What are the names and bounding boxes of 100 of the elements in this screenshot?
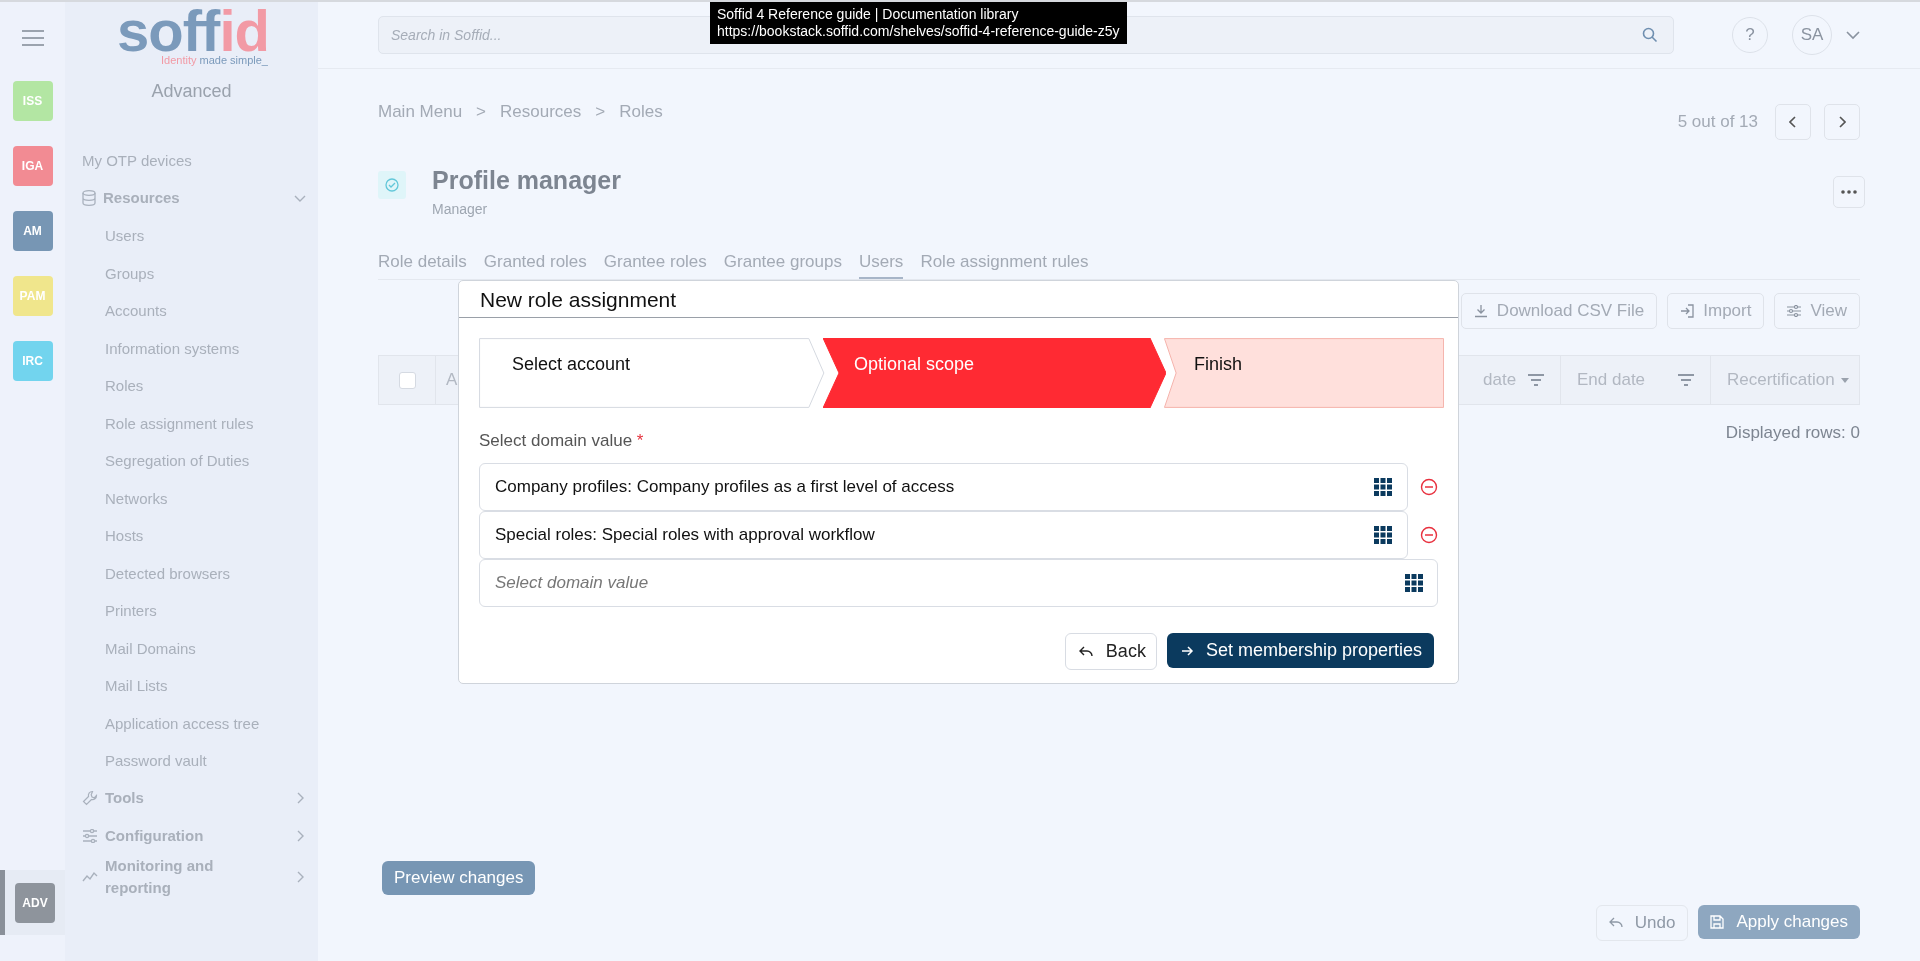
wrench-icon — [82, 790, 98, 807]
database-icon — [82, 190, 96, 207]
checkbox[interactable] — [398, 371, 416, 389]
tab[interactable]: Grantee groups — [723, 252, 842, 279]
domain-value-field[interactable]: Company profiles: Company profiles as a first level of access — [479, 463, 1408, 511]
search-icon[interactable] — [1642, 27, 1658, 43]
sidebar-item[interactable]: Accounts — [82, 292, 318, 330]
breadcrumb-separator: > — [476, 102, 487, 122]
module-badge[interactable]: PAM — [12, 275, 53, 316]
more-icon — [1841, 190, 1857, 194]
page-title: Profile manager — [432, 166, 622, 195]
logo-tagline: Identity made simple_ — [161, 54, 268, 67]
tab[interactable]: Role assignment rules — [920, 252, 1089, 279]
domain-value-field[interactable]: Special roles: Special roles with approval workflow — [479, 511, 1408, 559]
remove-icon[interactable] — [1420, 478, 1438, 496]
column-header[interactable]: date — [1461, 356, 1561, 404]
more-button[interactable] — [1833, 176, 1865, 208]
grid-icon[interactable] — [1405, 574, 1423, 592]
module-tab[interactable]: ADV — [0, 870, 65, 935]
toolbar-button[interactable]: Download CSV File — [1460, 293, 1658, 329]
chevron-left-icon — [1789, 116, 1797, 128]
dialog-title: New role assignment — [459, 281, 1458, 318]
sidebar-item[interactable]: Role assignment rules — [82, 404, 318, 442]
sidebar-section[interactable]: Resources — [82, 179, 318, 217]
sidebar-item[interactable]: Mail Domains — [82, 629, 318, 667]
module-badge[interactable]: ADV — [15, 882, 55, 923]
next-button[interactable]: Set membership properties — [1166, 633, 1434, 668]
remove-icon[interactable] — [1420, 526, 1438, 544]
sidebar-title: Advanced — [150, 81, 233, 102]
module-tab[interactable]: AM — [0, 198, 65, 263]
step-label: Optional scope — [854, 354, 975, 375]
section-label: Configuration — [105, 825, 205, 846]
breadcrumb-link[interactable]: Main Menu — [378, 102, 463, 122]
arrow-right-icon — [1180, 644, 1194, 657]
module-badge[interactable]: AM — [12, 210, 53, 251]
step-label: Select account — [512, 354, 631, 375]
column-header[interactable]: End date — [1561, 356, 1711, 404]
sidebar-item[interactable]: Detected browsers — [82, 554, 318, 592]
tab[interactable]: Grantee roles — [603, 252, 707, 279]
back-button[interactable]: Back — [1064, 633, 1157, 670]
tab[interactable]: Role details — [378, 252, 467, 279]
section-label: Monitoring and reporting — [105, 855, 215, 898]
chevron-down-icon[interactable] — [1846, 30, 1860, 40]
row-count: Displayed rows: 0 — [1725, 423, 1860, 443]
line-chart-icon — [82, 870, 98, 883]
sidebar-item[interactable]: Hosts — [82, 517, 318, 555]
module-badge[interactable]: IRC — [12, 340, 53, 381]
sidebar-item[interactable]: Users — [82, 217, 318, 255]
page-subtitle: Manager — [432, 201, 489, 217]
grid-icon — [1374, 526, 1392, 544]
logo-wordmark: soffid — [117, 8, 269, 54]
step-label: Finish — [1194, 354, 1242, 375]
sidebar-item[interactable]: Segregation of Duties — [82, 442, 318, 480]
filter-icon — [1528, 374, 1544, 386]
breadcrumb-link[interactable]: Resources — [500, 102, 582, 122]
module-tab[interactable]: PAM — [0, 263, 65, 328]
sidebar-item[interactable]: Mail Lists — [82, 667, 318, 705]
sidebar-item[interactable]: Password vault — [82, 742, 318, 780]
sidebar-item[interactable]: Printers — [82, 592, 318, 630]
module-tab[interactable]: IGA — [0, 133, 65, 198]
sidebar-item[interactable]: Roles — [82, 367, 318, 405]
reply-icon — [1078, 645, 1094, 658]
sliders-icon — [1787, 305, 1802, 317]
breadcrumb-separator: > — [595, 102, 606, 122]
filter-icon — [1678, 374, 1694, 386]
sidebar-item[interactable]: Application access tree — [82, 704, 318, 742]
sidebar-item[interactable]: Groups — [82, 254, 318, 292]
grid-icon — [1374, 478, 1392, 496]
sidebar-item[interactable]: Networks — [82, 479, 318, 517]
sidebar-section[interactable]: Configuration — [82, 817, 318, 855]
preview-button[interactable]: Preview changes — [382, 861, 536, 895]
next-button[interactable] — [1824, 104, 1860, 140]
sidebar-item[interactable]: Information systems — [82, 329, 318, 367]
download-icon — [1473, 304, 1488, 318]
import-icon — [1680, 304, 1695, 318]
sidebar-section[interactable]: Monitoring and reporting — [82, 854, 318, 899]
section-label: Resources — [103, 188, 181, 209]
pager-text: 5 out of 13 — [1677, 112, 1758, 132]
sliders-icon — [82, 828, 98, 843]
column-header[interactable]: Recertification — [1711, 356, 1859, 404]
module-tab[interactable]: IRC — [0, 328, 65, 393]
module-badge[interactable]: ISS — [12, 80, 53, 121]
sidebar-item[interactable]: My OTP devices — [82, 142, 318, 180]
chevron-right-icon — [1838, 116, 1846, 128]
toolbar-button[interactable]: Import — [1667, 293, 1765, 329]
toolbar-button[interactable]: View — [1774, 293, 1860, 329]
sidebar-section[interactable]: Tools — [82, 779, 318, 817]
field-label: Select domain value — [479, 431, 633, 450]
section-label: Tools — [105, 788, 145, 809]
required-mark: * — [636, 431, 644, 450]
tooltip-url: https://bookstack.soffid.com/shelves/soffid-4-reference-guide-z5y — [717, 23, 1120, 40]
save-icon — [1710, 915, 1725, 929]
breadcrumb-link[interactable]: Roles — [619, 102, 663, 122]
sort-icon — [1841, 377, 1849, 383]
domain-value-field[interactable]: Select domain value — [479, 559, 1438, 607]
previous-button[interactable] — [1775, 104, 1811, 140]
module-tab[interactable]: ISS — [0, 68, 65, 133]
tab[interactable]: Granted roles — [483, 252, 587, 279]
module-badge[interactable]: IGA — [12, 145, 53, 186]
menu-icon[interactable] — [21, 30, 44, 46]
